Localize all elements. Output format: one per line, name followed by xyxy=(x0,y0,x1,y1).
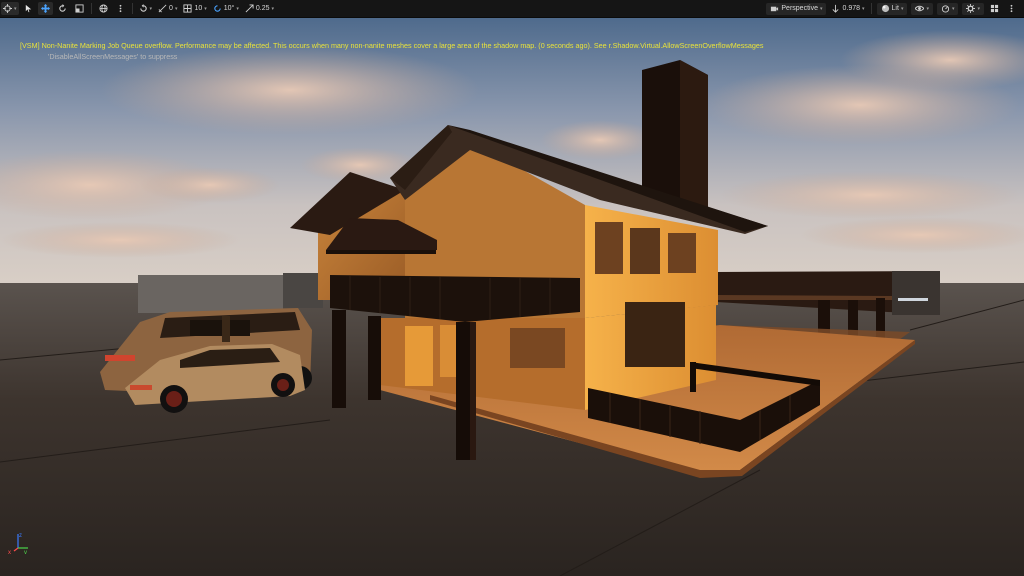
viewport-scene[interactable] xyxy=(0,0,1024,576)
onscreen-messages: [VSM] Non-Nanite Marking Job Queue overf… xyxy=(20,40,764,62)
background-wall-2 xyxy=(283,273,323,308)
lit-label: Lit xyxy=(891,5,899,12)
stopwatch-icon xyxy=(941,5,950,13)
viewport-layout-icon[interactable] xyxy=(987,2,1002,15)
globe-icon[interactable] xyxy=(96,2,111,15)
surface-snap-button[interactable]: 0 ▾ xyxy=(156,2,179,15)
background-wall xyxy=(138,275,283,313)
view-mode-label: Perspective xyxy=(781,5,818,12)
rotate-icon[interactable] xyxy=(55,2,70,15)
camera-speed-icon xyxy=(832,4,840,13)
viewport-toolbar: ▾ ▾ 0 ▾ 10 ▾ 10° ▾ 0.25 ▾ Perspective ▾ … xyxy=(0,0,1024,18)
eye-icon xyxy=(915,5,925,12)
grid-snap-value: 10 xyxy=(194,5,203,12)
rotation-snap-icon xyxy=(214,5,221,12)
toolbar-right: Perspective ▾ 0.978 ▾ Lit ▾ ▾ ▾ ▾ xyxy=(764,2,1024,15)
scale-icon[interactable] xyxy=(72,2,87,15)
transform-tools: ▾ ▾ 0 ▾ 10 ▾ 10° ▾ 0.25 ▾ xyxy=(0,0,277,17)
realtime-rotate-icon[interactable]: ▾ xyxy=(137,2,155,15)
scale-snap-value: 0.25 xyxy=(255,5,270,12)
surface-snap-value: 0 xyxy=(169,5,173,12)
toolbar-separator xyxy=(870,3,872,14)
lit-dropdown[interactable]: Lit ▾ xyxy=(876,2,908,15)
camera-speed-button[interactable]: 0.978 ▾ xyxy=(829,2,866,15)
view-mode-dropdown[interactable]: Perspective ▾ xyxy=(766,2,827,15)
suppress-hint-message: 'DisableAllScreenMessages' to suppress xyxy=(48,52,178,61)
toolbar-separator xyxy=(131,3,133,14)
level-viewport[interactable]: ▾ ▾ 0 ▾ 10 ▾ 10° ▾ 0.25 ▾ Perspective ▾ … xyxy=(0,0,1024,576)
axis-y-label: y xyxy=(24,550,27,554)
rotation-snap-button[interactable]: 10° ▾ xyxy=(211,2,241,15)
performance-dropdown[interactable]: ▾ xyxy=(936,2,959,15)
camera-speed-value: 0.978 xyxy=(842,5,861,12)
grid-snap-icon xyxy=(183,4,193,13)
axis-z-label: z xyxy=(19,533,22,539)
grid-snap-button[interactable]: 10 ▾ xyxy=(181,2,208,15)
shadow-warning-message: [VSM] Non-Nanite Marking Job Queue overf… xyxy=(20,41,764,50)
transform-mode-icon[interactable]: ▾ xyxy=(1,2,19,15)
surface-snap-icon xyxy=(158,4,167,13)
move-arrows-icon[interactable] xyxy=(37,2,53,15)
axis-gizmo: z y x xyxy=(8,533,28,554)
select-arrow-icon[interactable] xyxy=(21,2,36,15)
scale-snap-button[interactable]: 0.25 ▾ xyxy=(243,2,276,15)
gear-icon xyxy=(966,4,976,13)
camera-icon xyxy=(771,6,779,12)
axis-x-label: x xyxy=(8,550,11,554)
toolbar-separator xyxy=(90,3,92,14)
viewport-menu-icon[interactable] xyxy=(1004,2,1019,15)
lit-sphere-icon xyxy=(881,4,889,13)
settings-dropdown[interactable]: ▾ xyxy=(962,2,984,15)
scale-snap-icon xyxy=(245,4,254,13)
show-dropdown[interactable]: ▾ xyxy=(911,2,933,15)
vertical-dots-icon[interactable] xyxy=(113,2,128,15)
rotation-snap-value: 10° xyxy=(223,5,235,12)
